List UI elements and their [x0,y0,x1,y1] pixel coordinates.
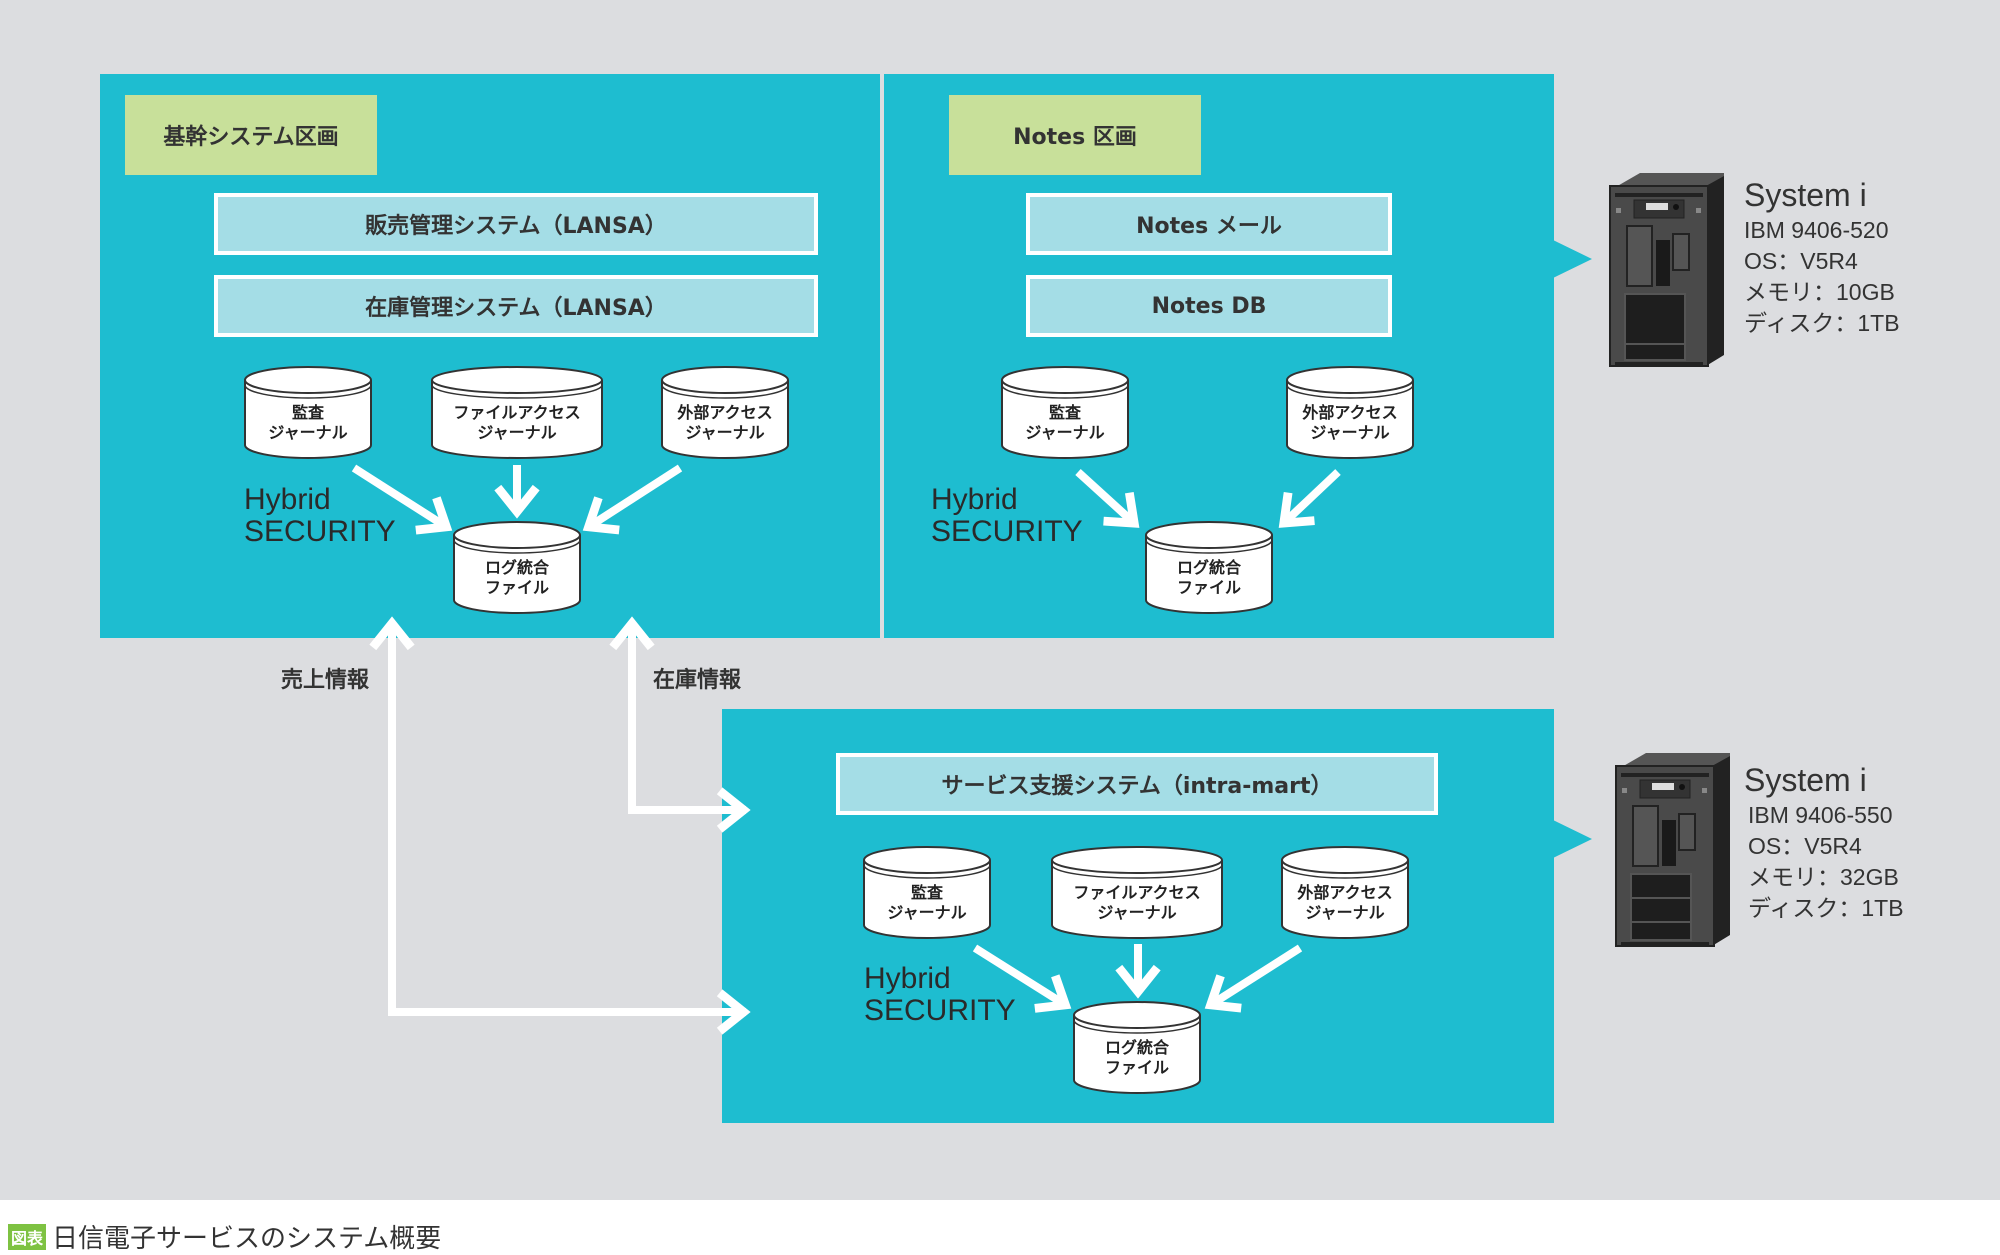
inventory-info-flow-arrow [609,616,746,814]
journal-cylinder: ファイルアクセス ジャーナル [430,365,604,460]
external-to-log-arrow [1278,469,1341,528]
server-os: OS：V5R4 [1748,833,1862,859]
figure-caption: 図表 日信電子サービスのシステム概要 [8,1218,441,1255]
cylinder-label-line2: ファイル [1104,1058,1169,1077]
server-specs-2: System i IBM 9406-550 OS：V5R4 メモリ：32GB デ… [1744,760,1904,924]
cylinder-label-line2: ファイル [484,578,549,597]
cylinder-label-line2: ジャーナル [268,423,348,442]
cylinder-label-line1: 監査 [1048,403,1081,422]
cylinder-label-line2: ジャーナル [477,423,557,442]
cylinder-label-line1: 外部アクセス [677,403,773,422]
cylinder-label-line1: ログ統合 [1104,1038,1169,1057]
journal-cylinder: ファイルアクセス ジャーナル [1050,845,1224,940]
journal-cylinder: 監査 ジャーナル [243,365,373,460]
cylinder-label-line1: 監査 [291,403,324,422]
server-memory: メモリ：32GB [1748,864,1899,890]
journal-cylinder: 外部アクセス ジャーナル [1280,845,1410,940]
server-memory: メモリ：10GB [1744,279,1895,305]
journal-cylinder: 外部アクセス ジャーナル [660,365,790,460]
notes-arrows [1075,469,1341,528]
cylinder-label-line1: 外部アクセス [1302,403,1398,422]
server-model: IBM 9406-550 [1748,802,1893,828]
cylinder-label-line2: ジャーナル [685,423,765,442]
external-to-log-arrow [1204,944,1303,1013]
server-icon [1615,753,1730,947]
server-disk: ディスク：1TB [1748,895,1904,921]
cylinder-label-line1: ファイルアクセス [453,403,581,422]
cylinder-label-line2: ジャーナル [887,903,967,922]
inventory-info-label: 在庫情報 [653,668,742,693]
cylinder-label-line2: ジャーナル [1305,903,1385,922]
cylinder-label-line2: ジャーナル [1310,423,1390,442]
server-model: IBM 9406-520 [1744,217,1889,243]
log-integration-file-cylinder: ログ統合 ファイル [452,520,582,615]
cylinder-label-line1: ログ統合 [1176,558,1241,577]
log-integration-file-cylinder: ログ統合 ファイル [1144,520,1274,615]
core-arrows [351,464,683,535]
server-os: OS：V5R4 [1744,248,1858,274]
cylinder-label-line2: ジャーナル [1097,903,1177,922]
cylinder-label-line1: 監査 [910,883,943,902]
sales-info-label: 売上情報 [281,668,370,693]
figure-title: 日信電子サービスのシステム概要 [52,1224,442,1254]
cylinder-label-line2: ファイル [1176,578,1241,597]
audit-to-log-arrow [1075,469,1140,528]
journal-cylinder: 監査 ジャーナル [1000,365,1130,460]
server-icon [1609,173,1724,367]
cylinder-label-line1: ファイルアクセス [1073,883,1201,902]
cylinder-label-line2: ジャーナル [1025,423,1105,442]
journal-cylinder: 監査 ジャーナル [862,845,992,940]
server-title: System i [1744,177,1867,213]
server-title: System i [1744,762,1867,798]
journal-cylinder: 外部アクセス ジャーナル [1285,365,1415,460]
figure-tag: 図表 [8,1223,47,1250]
server-specs-1: System i IBM 9406-520 OS：V5R4 メモリ：10GB デ… [1744,175,1900,339]
service-arrows [972,944,1303,1013]
external-to-log-arrow [582,464,683,535]
audit-to-log-arrow [972,944,1072,1013]
cylinder-label-line1: 外部アクセス [1297,883,1393,902]
server-disk: ディスク：1TB [1744,310,1900,336]
log-integration-file-cylinder: ログ統合 ファイル [1072,1000,1202,1095]
audit-to-log-arrow [351,464,453,535]
cylinder-label-line1: ログ統合 [484,558,549,577]
